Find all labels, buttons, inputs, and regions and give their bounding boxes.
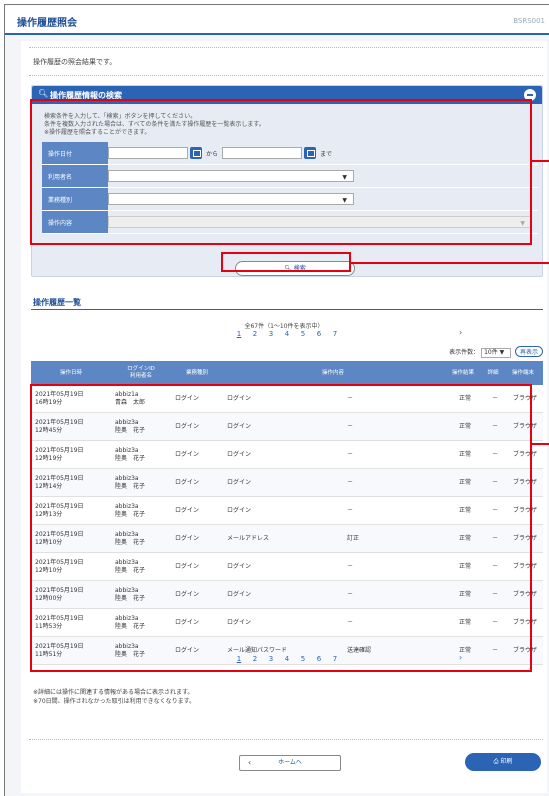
callout-line — [532, 160, 549, 162]
note: ※70日間、操作されなかった取引は利用できなくなります。 — [33, 698, 196, 705]
list-title-rule — [31, 309, 543, 310]
page-link[interactable]: 1 — [231, 330, 247, 338]
col-detail: 詳細 — [487, 369, 499, 376]
callout-line — [351, 262, 549, 264]
pager-summary: 全67件（1～10件を表示中） — [244, 323, 324, 330]
list-title: 操作履歴一覧 — [33, 298, 81, 307]
col-operation: 操作内容 — [321, 369, 344, 376]
page-link[interactable]: 6 — [311, 330, 327, 338]
printer-icon: ⎙ — [493, 758, 499, 765]
home-button-label: ホームへ — [278, 759, 302, 766]
redisplay-button[interactable]: 再表示 — [514, 346, 543, 357]
table-header: 操作日時 ログインID 利用者名 業務種別 操作内容 操作結果 詳細 操作端末 — [31, 361, 543, 385]
print-button-label: 印刷 — [500, 758, 513, 765]
page-link[interactable]: 3 — [263, 330, 279, 338]
col-terminal: 操作端末 — [511, 369, 534, 376]
note: ※詳細には操作に関連する情報がある場合に表示されます。 — [33, 689, 194, 696]
search-icon: 🔍︎ — [38, 89, 49, 98]
screen-code: BSRS001 — [513, 17, 545, 25]
chevron-left-icon: ‹ — [248, 758, 252, 767]
divider — [29, 739, 543, 740]
page-header: 操作履歴照会 BSRS001 — [5, 5, 549, 35]
print-button[interactable]: ⎙ 印刷 — [465, 753, 541, 771]
pager: 1234567 — [231, 330, 343, 338]
next-page-icon[interactable]: › — [459, 328, 462, 337]
home-button[interactable]: ‹ ホームへ — [239, 755, 341, 771]
per-page-value: 10件 — [484, 348, 498, 356]
page-link[interactable]: 7 — [327, 330, 343, 338]
intro-text: 操作履歴の照会結果です。 — [33, 58, 117, 66]
divider — [29, 75, 543, 76]
per-page-select[interactable]: 10件 ▼ — [481, 347, 512, 358]
per-page-label: 表示件数： — [449, 349, 480, 356]
per-page-control: 表示件数： 10件 ▼ 再表示 — [449, 346, 543, 358]
col-business: 業務種別 — [185, 369, 208, 376]
col-user: ログインID 利用者名 — [127, 366, 155, 379]
callout-search-button — [221, 252, 351, 272]
page-link[interactable]: 2 — [247, 330, 263, 338]
divider — [29, 47, 543, 48]
callout-line — [532, 443, 549, 445]
callout-search-form — [30, 99, 532, 245]
callout-result-list — [30, 384, 532, 672]
col-result: 操作結果 — [451, 369, 474, 376]
col-datetime: 操作日時 — [59, 369, 82, 376]
page-link[interactable]: 5 — [295, 330, 311, 338]
page-title: 操作履歴照会 — [17, 18, 77, 29]
page-link[interactable]: 4 — [279, 330, 295, 338]
